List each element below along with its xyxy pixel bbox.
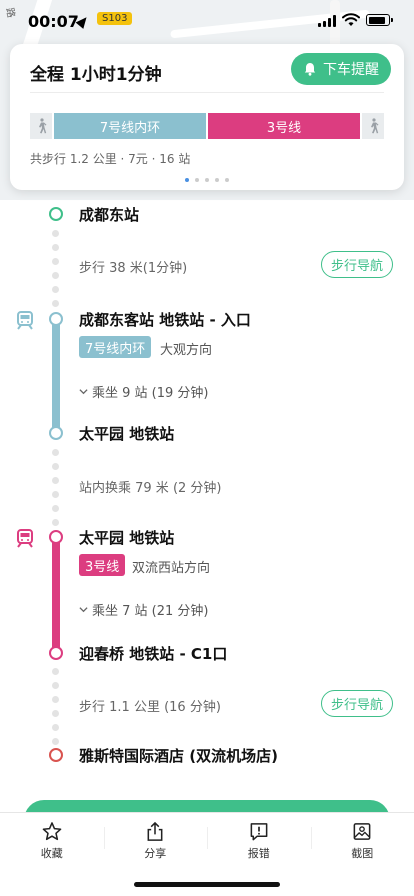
ride-stops-toggle[interactable]: 乘坐 9 站 (19 分钟)	[79, 382, 209, 401]
transfer-text: 站内换乘 79 米 (2 分钟)	[79, 481, 222, 496]
board-node	[49, 530, 63, 544]
tab-label: 报错	[247, 847, 270, 860]
alight-node	[49, 426, 63, 440]
destination-node	[49, 748, 63, 762]
tab-label: 收藏	[40, 847, 63, 860]
walk-dot	[52, 230, 59, 237]
total-duration-title: 全程 1小时1分钟	[30, 65, 162, 85]
walk-segment	[362, 113, 384, 139]
route-segment-bar: 7号线内环 3号线	[30, 113, 384, 139]
metro-train-icon	[17, 529, 33, 548]
alight-stop-name: 太平园 地铁站	[79, 425, 175, 443]
ride-stops-text: 乘坐 7 站 (21 分钟)	[92, 604, 209, 619]
board-node	[49, 312, 63, 326]
tab-share[interactable]: 分享	[103, 813, 208, 861]
start-stop-name: 成都东站	[79, 206, 140, 224]
walk-dot	[52, 244, 59, 251]
screenshot-icon	[353, 823, 371, 840]
walk-dot	[52, 272, 59, 279]
walk-dot	[52, 696, 59, 703]
page-dot	[225, 178, 229, 182]
cellular-signal-icon	[318, 15, 336, 27]
metro-train-icon	[17, 311, 33, 330]
wifi-icon	[342, 13, 360, 26]
page-indicator[interactable]	[10, 178, 404, 182]
chevron-down-icon	[79, 607, 88, 613]
walk-dot	[52, 738, 59, 745]
ride-stops-toggle[interactable]: 乘坐 7 站 (21 分钟)	[79, 600, 209, 619]
alight-node	[49, 646, 63, 660]
line-badge[interactable]: 7号线内环	[79, 336, 152, 358]
walking-person-icon	[39, 118, 47, 134]
walk-dot	[52, 519, 59, 526]
alight-stop-name: 迎春桥 地铁站 - C1口	[79, 645, 228, 663]
tab-favorite[interactable]: 收藏	[0, 813, 104, 861]
page-dot	[195, 178, 199, 182]
walk-dot	[52, 724, 59, 731]
battery-icon	[366, 14, 393, 26]
share-icon	[147, 821, 163, 841]
line-badge[interactable]: 3号线	[79, 554, 126, 576]
card-divider	[30, 92, 384, 93]
walk-segment	[30, 113, 52, 139]
alight-reminder-label: 下车提醒	[323, 62, 379, 78]
status-bar: 00:07 S103	[0, 0, 414, 44]
line3-track	[52, 540, 60, 652]
report-icon	[250, 823, 268, 841]
walk-dot	[52, 668, 59, 675]
walk-navigation-button[interactable]: 步行导航	[321, 690, 393, 717]
walk-distance: 步行 38 米(1分钟)	[79, 261, 188, 276]
walk-dot	[52, 300, 59, 307]
chevron-down-icon	[79, 389, 88, 395]
walk-dot	[52, 682, 59, 689]
ride-stops-text: 乘坐 9 站 (19 分钟)	[92, 386, 209, 401]
tab-label: 截图	[351, 847, 374, 860]
walk-dot	[52, 449, 59, 456]
page-dot	[205, 178, 209, 182]
board-stop-name: 太平园 地铁站	[79, 529, 175, 547]
route-meta: 共步行 1.2 公里 · 7元 · 16 站	[30, 152, 191, 166]
route-timeline: 成都东站 步行 38 米(1分钟) 步行导航 成都东客站 地铁站 - 入口 7号…	[0, 190, 414, 810]
star-icon	[42, 822, 62, 841]
walking-person-icon	[371, 118, 379, 134]
walk-dot	[52, 463, 59, 470]
walk-navigation-button[interactable]: 步行导航	[321, 251, 393, 278]
walk-dot	[52, 477, 59, 484]
line-direction: 大观方向	[160, 343, 213, 358]
status-time: 00:07	[28, 12, 79, 31]
road-badge: S103	[97, 12, 133, 25]
alight-reminder-button[interactable]: 下车提醒	[291, 53, 391, 85]
page-dot	[185, 178, 189, 182]
walk-distance: 步行 1.1 公里 (16 分钟)	[79, 700, 221, 715]
walk-dot	[52, 710, 59, 717]
walk-dot	[52, 491, 59, 498]
start-node	[49, 207, 63, 221]
tab-report[interactable]: 报错	[207, 813, 311, 861]
line3-segment: 3号线	[208, 113, 360, 139]
home-indicator	[134, 882, 280, 887]
walk-dot	[52, 258, 59, 265]
tab-label: 分享	[144, 847, 167, 860]
page-dot	[215, 178, 219, 182]
walk-dot	[52, 286, 59, 293]
line7-segment: 7号线内环	[54, 113, 206, 139]
walk-dot	[52, 505, 59, 512]
board-stop-name: 成都东客站 地铁站 - 入口	[79, 311, 251, 329]
line7-track	[52, 322, 60, 432]
line-direction: 双流西站方向	[132, 561, 211, 576]
tab-screenshot[interactable]: 截图	[310, 813, 414, 861]
bell-icon	[304, 63, 316, 76]
route-summary-card[interactable]: 全程 1小时1分钟 下车提醒 7号线内环 3号线 共步行 1.2 公里 · 7元…	[10, 44, 404, 190]
destination-name: 雅斯特国际酒店 (双流机场店)	[79, 747, 278, 765]
